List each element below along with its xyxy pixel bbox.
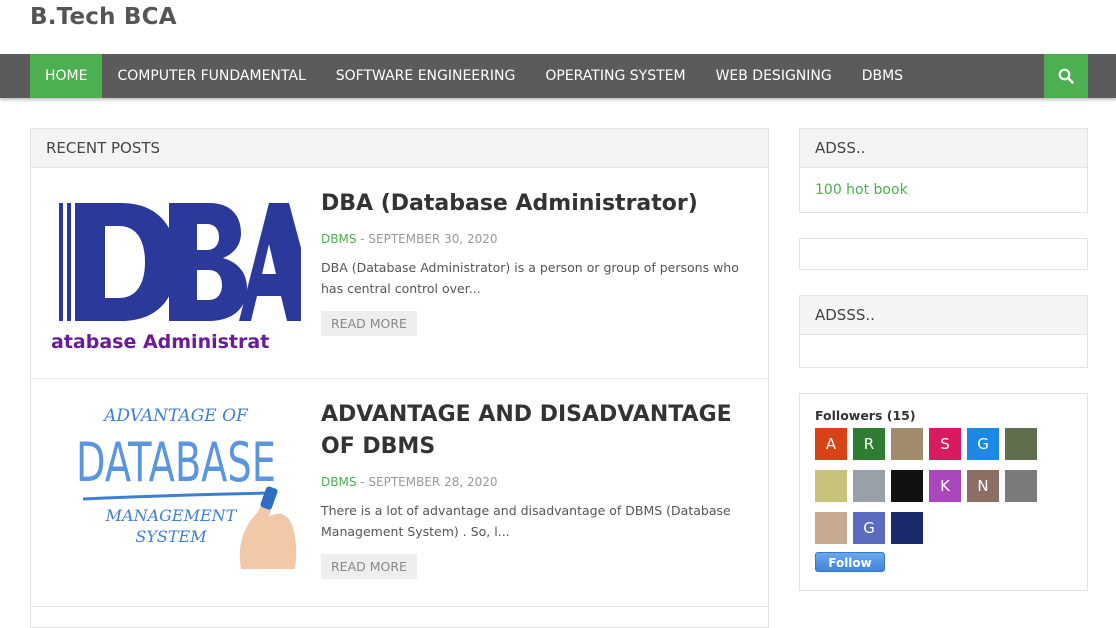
post-item: atabase Administrat DBA (Database Admini… [31,168,768,379]
follower-avatar[interactable] [815,512,847,544]
post-category-link[interactable]: DBMS [321,475,356,489]
followers-grid: ARSGKNG [815,428,1072,544]
adsss-widget: ADSSS.. [799,295,1088,368]
adss-widget: ADSS.. 100 hot book [799,128,1088,213]
followers-widget: Followers (15) ARSGKNG Follow [799,393,1088,591]
follower-avatar[interactable] [815,470,847,502]
search-button[interactable] [1044,54,1088,98]
nav-item-software-engineering[interactable]: SOFTWARE ENGINEERING [321,54,531,98]
follower-avatar[interactable]: S [929,428,961,460]
nav-item-computer-fundamental[interactable]: COMPUTER FUNDAMENTAL [102,54,320,98]
nav-item-operating-system[interactable]: OPERATING SYSTEM [530,54,700,98]
dba-logo-caption: atabase Administrat [51,331,269,353]
dbms-advantage-image: ADVANTAGE OF DATABASE MANAGEMENT SYSTEM [76,406,297,569]
follower-avatar[interactable]: G [967,428,999,460]
search-icon [1058,68,1074,84]
follower-avatar[interactable] [891,512,923,544]
follow-button[interactable]: Follow [815,552,885,572]
adss-widget-body: 100 hot book [800,168,1087,212]
post-title[interactable]: DBA (Database Administrator) [321,188,751,220]
sidebar: ADSS.. 100 hot book ADSSS.. Followers (1… [799,128,1088,616]
post-content: ADVANTAGE AND DISADVANTAGE OF DBMS DBMS … [321,399,751,579]
post-date: - SEPTEMBER 30, 2020 [356,232,498,246]
follower-avatar[interactable]: N [967,470,999,502]
empty-widget [799,238,1088,270]
post-title[interactable]: ADVANTAGE AND DISADVANTAGE OF DBMS [321,399,751,463]
follower-avatar[interactable]: A [815,428,847,460]
post-meta: DBMS - SEPTEMBER 30, 2020 [321,232,751,246]
follower-avatar[interactable]: R [853,428,885,460]
post-category-link[interactable]: DBMS [321,232,356,246]
nav-item-web-designing[interactable]: WEB DESIGNING [701,54,847,98]
post-excerpt: DBA (Database Administrator) is a person… [321,260,739,296]
post-meta: DBMS - SEPTEMBER 28, 2020 [321,475,751,489]
recent-posts-header: RECENT POSTS [31,129,768,168]
follower-avatar[interactable]: G [853,512,885,544]
post-item: ADVANTAGE OF DATABASE MANAGEMENT SYSTEM … [31,379,768,607]
recent-posts-widget: RECENT POSTS atabase Administrat DBA (Da… [30,128,769,628]
followers-title: Followers (15) [815,408,916,423]
follower-avatar[interactable] [1005,470,1037,502]
post-content: DBA (Database Administrator) DBMS - SEPT… [321,188,751,336]
nav-menu: HOME COMPUTER FUNDAMENTAL SOFTWARE ENGIN… [30,54,918,98]
main-navbar: HOME COMPUTER FUNDAMENTAL SOFTWARE ENGIN… [0,54,1116,98]
image-text-line3: MANAGEMENT [105,506,238,525]
nav-item-home[interactable]: HOME [30,54,103,98]
image-text-line1: ADVANTAGE OF [102,406,249,426]
adss-widget-title: ADSS.. [800,129,1087,168]
follower-avatar[interactable] [891,428,923,460]
image-text-line4: SYSTEM [135,527,207,546]
site-header: B.Tech BCA [0,0,1116,54]
post-thumbnail[interactable]: atabase Administrat [51,188,301,358]
adsss-widget-body [800,335,1087,367]
follower-avatar[interactable] [891,470,923,502]
post-date: - SEPTEMBER 28, 2020 [356,475,498,489]
read-more-button[interactable]: READ MORE [321,554,417,579]
dba-logo-image: atabase Administrat [51,203,301,353]
nav-item-dbms[interactable]: DBMS [847,54,918,98]
image-text-line2: DATABASE [76,431,276,494]
post-excerpt: There is a lot of advantage and disadvan… [321,503,731,539]
hot-book-link[interactable]: 100 hot book [815,182,908,198]
site-title[interactable]: B.Tech BCA [30,4,177,30]
follower-avatar[interactable]: K [929,470,961,502]
post-thumbnail[interactable]: ADVANTAGE OF DATABASE MANAGEMENT SYSTEM [51,399,301,569]
read-more-button[interactable]: READ MORE [321,311,417,336]
follower-avatar[interactable] [1005,428,1037,460]
adsss-widget-title: ADSSS.. [800,296,1087,335]
follower-avatar[interactable] [853,470,885,502]
